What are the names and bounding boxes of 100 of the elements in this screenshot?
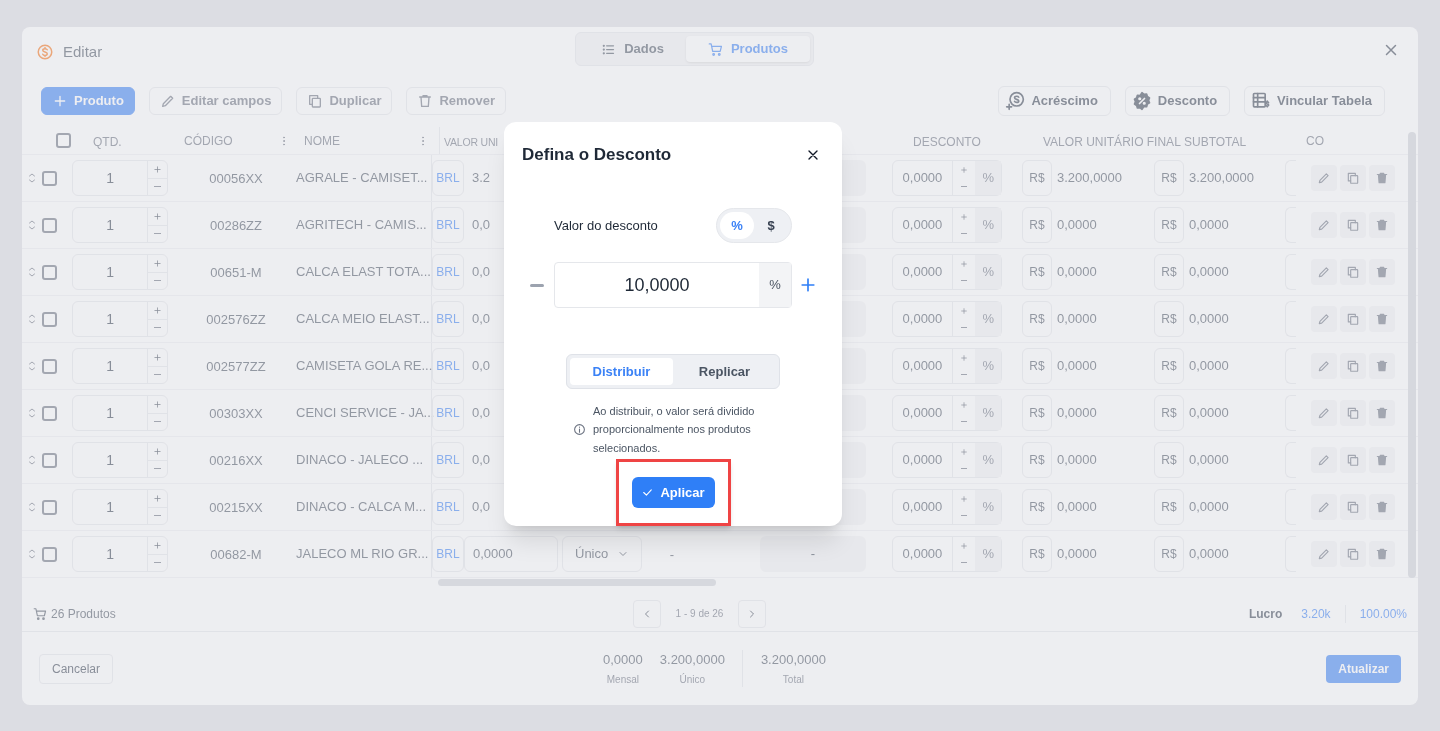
duplicate-button[interactable] [1340, 541, 1366, 567]
delete-button[interactable] [1369, 353, 1395, 379]
checkbox[interactable] [42, 452, 57, 468]
duplicate-button[interactable] [1340, 353, 1366, 379]
toolbar-button[interactable]: Desconto [1124, 86, 1231, 116]
quantity-stepper[interactable]: 1 [72, 536, 168, 572]
discount-stepper[interactable]: 0,0000 % [892, 254, 1002, 290]
toolbar-button[interactable]: Produto [41, 87, 135, 115]
duplicate-button[interactable] [1340, 494, 1366, 520]
delete-button[interactable] [1369, 447, 1395, 473]
unit-option[interactable]: % [720, 212, 754, 239]
trash-icon [1375, 218, 1389, 232]
duplicate-button[interactable] [1340, 306, 1366, 332]
checkbox[interactable] [42, 217, 57, 233]
quantity-field[interactable]: 1 [73, 490, 148, 524]
copy-icon [1346, 500, 1360, 514]
delete-button[interactable] [1369, 212, 1395, 238]
quantity-stepper[interactable]: 1 [72, 207, 168, 243]
checkbox[interactable] [42, 264, 57, 280]
edit-button[interactable] [1311, 494, 1337, 520]
discount-field[interactable]: 0,0000 [893, 349, 952, 383]
delete-button[interactable] [1369, 400, 1395, 426]
checkbox[interactable] [42, 405, 57, 421]
discount-field[interactable]: 0,0000 [893, 302, 952, 336]
discount-field[interactable]: 0,0000 [893, 208, 952, 242]
edit-button[interactable] [1311, 400, 1337, 426]
page-indicator: 1 - 9 de 26 [674, 607, 725, 621]
edit-button[interactable] [1311, 353, 1337, 379]
tab[interactable]: Produtos [685, 36, 810, 62]
checkbox[interactable] [42, 358, 57, 374]
discount-field[interactable]: 0,0000 [893, 396, 952, 430]
edit-button[interactable] [1311, 165, 1337, 191]
discount-field[interactable]: 0,0000 [893, 490, 952, 524]
unit-toggle[interactable]: % $ [716, 208, 792, 243]
checkbox[interactable] [42, 499, 57, 515]
mode-toggle[interactable]: Distribuir Replicar [566, 354, 780, 389]
unit-option[interactable]: $ [754, 212, 788, 239]
discount-field[interactable]: 0,0000 [893, 255, 952, 289]
quantity-field[interactable]: 1 [73, 396, 148, 430]
toolbar-button[interactable]: Acréscimo [998, 86, 1111, 116]
discount-stepper[interactable]: 0,0000 % [892, 301, 1002, 337]
quantity-stepper[interactable]: 1 [72, 348, 168, 384]
duplicate-button[interactable] [1340, 165, 1366, 191]
value-text: 0,0000 [1056, 498, 1098, 517]
value-field[interactable]: 0,0000 [464, 536, 558, 572]
quantity-field[interactable]: 1 [73, 302, 148, 336]
update-button[interactable]: Atualizar [1326, 654, 1401, 683]
checkbox[interactable] [42, 311, 57, 327]
discount-stepper[interactable]: 0,0000 % [892, 160, 1002, 196]
trash-icon [1375, 500, 1389, 514]
quantity-stepper[interactable]: 1 [72, 395, 168, 431]
edit-button[interactable] [1311, 306, 1337, 332]
discount-field[interactable]: 0,0000 [893, 537, 952, 571]
delete-button[interactable] [1369, 306, 1395, 332]
quantity-stepper[interactable]: 1 [72, 301, 168, 337]
mode-option[interactable]: Replicar [673, 358, 776, 385]
checkbox[interactable] [42, 170, 57, 186]
edit-button[interactable] [1311, 212, 1337, 238]
discount-field[interactable]: 0,0000 [893, 443, 952, 477]
discount-stepper[interactable]: 0,0000 % [892, 536, 1002, 572]
quantity-field[interactable]: 1 [73, 161, 148, 195]
toolbar-button[interactable]: Vincular Tabela [1244, 86, 1385, 116]
quantity-stepper[interactable]: 1 [72, 442, 168, 478]
plus-icon [153, 305, 163, 315]
delete-button[interactable] [1369, 541, 1395, 567]
quantity-field[interactable]: 1 [73, 537, 148, 571]
delete-button[interactable] [1369, 165, 1395, 191]
edit-button[interactable] [1311, 447, 1337, 473]
quantity-field[interactable]: 1 [73, 349, 148, 383]
minus-icon [154, 233, 162, 235]
checkbox[interactable] [56, 133, 71, 148]
cancel-button[interactable]: Cancelar [39, 653, 114, 684]
quantity-field[interactable]: 1 [73, 255, 148, 289]
quantity-field[interactable]: 1 [73, 208, 148, 242]
discount-value-field[interactable]: 10,0000 % [554, 262, 792, 308]
apply-button[interactable]: Aplicar [631, 477, 715, 508]
previous-page-button[interactable] [633, 599, 661, 628]
delete-button[interactable] [1369, 494, 1395, 520]
discount-stepper[interactable]: 0,0000 % [892, 489, 1002, 525]
tab[interactable]: Dados [579, 36, 686, 62]
mode-option[interactable]: Distribuir [570, 358, 673, 385]
quantity-stepper[interactable]: 1 [72, 160, 168, 196]
discount-stepper[interactable]: 0,0000 % [892, 207, 1002, 243]
edit-button[interactable] [1311, 259, 1337, 285]
discount-stepper[interactable]: 0,0000 % [892, 395, 1002, 431]
quantity-stepper[interactable]: 1 [72, 254, 168, 290]
discount-stepper[interactable]: 0,0000 % [892, 348, 1002, 384]
duplicate-button[interactable] [1340, 259, 1366, 285]
checkbox[interactable] [42, 546, 57, 562]
discount-stepper[interactable]: 0,0000 % [892, 442, 1002, 478]
duplicate-button[interactable] [1340, 447, 1366, 473]
quantity-field[interactable]: 1 [73, 443, 148, 477]
duplicate-button[interactable] [1340, 212, 1366, 238]
edit-button[interactable] [1311, 541, 1337, 567]
next-page-button[interactable] [738, 599, 766, 628]
discount-field[interactable]: 0,0000 [893, 161, 952, 195]
duplicate-button[interactable] [1340, 400, 1366, 426]
quantity-stepper[interactable]: 1 [72, 489, 168, 525]
type-dropdown[interactable]: Único [562, 536, 642, 572]
delete-button[interactable] [1369, 259, 1395, 285]
